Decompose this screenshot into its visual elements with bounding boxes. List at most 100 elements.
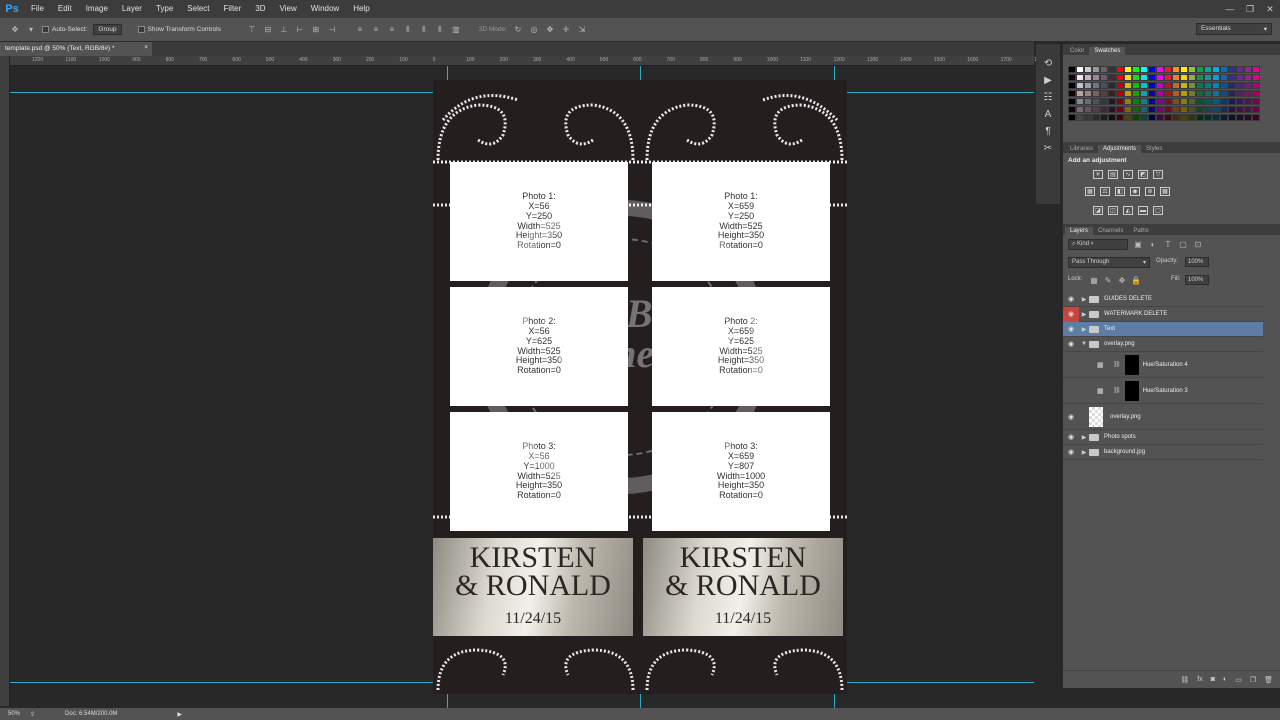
distribute-top-icon[interactable]: ≡ (355, 25, 365, 35)
menu-image[interactable]: Image (79, 0, 115, 18)
swatch[interactable] (1068, 82, 1076, 89)
swatch[interactable] (1092, 106, 1100, 113)
levels-icon[interactable]: ▤ (1108, 170, 1118, 179)
swatch[interactable] (1172, 98, 1180, 105)
swatch[interactable] (1140, 98, 1148, 105)
character-icon[interactable]: A (1045, 109, 1052, 120)
swatch[interactable] (1068, 106, 1076, 113)
exposure-icon[interactable]: ◩ (1138, 170, 1148, 179)
swatch[interactable] (1140, 106, 1148, 113)
swatch[interactable] (1188, 106, 1196, 113)
swatch[interactable] (1156, 74, 1164, 81)
swatch[interactable] (1076, 66, 1084, 73)
minimize-button[interactable]: — (1220, 0, 1240, 18)
swatch[interactable] (1100, 74, 1108, 81)
swatch[interactable] (1220, 74, 1228, 81)
swatch[interactable] (1204, 82, 1212, 89)
swatch[interactable] (1188, 82, 1196, 89)
ruler-top[interactable]: 1200 1100 1000 900 800 700 600 500 400 300 200 100 0… (10, 56, 1112, 66)
photo-filter-icon[interactable]: ◉ (1130, 187, 1140, 196)
swatch[interactable] (1236, 90, 1244, 97)
swatch[interactable] (1204, 114, 1212, 121)
black-white-icon[interactable]: ◧ (1115, 187, 1125, 196)
brightness-icon[interactable]: ☀ (1093, 170, 1103, 179)
align-left-icon[interactable]: ⊢ (295, 25, 305, 35)
swatch[interactable] (1180, 82, 1188, 89)
new-adjustment-icon[interactable]: ◐ (1223, 676, 1227, 683)
layer-row[interactable]: ▦ ⛓ Hue/Saturation 3 (1063, 378, 1263, 404)
swatch[interactable] (1212, 114, 1220, 121)
swatch[interactable] (1252, 74, 1260, 81)
swatch[interactable] (1196, 74, 1204, 81)
visibility-eye-icon[interactable]: ◉ (1063, 448, 1079, 456)
play-actions-icon[interactable]: ▶ (1044, 75, 1052, 86)
swatch[interactable] (1164, 74, 1172, 81)
swatch[interactable] (1124, 82, 1132, 89)
scale-3d-icon[interactable]: ⇲ (577, 25, 587, 35)
menu-window[interactable]: Window (304, 0, 346, 18)
restore-button[interactable]: ❐ (1240, 0, 1260, 18)
tab-color[interactable]: Color (1065, 47, 1089, 55)
swatch[interactable] (1204, 106, 1212, 113)
swatch[interactable] (1132, 114, 1140, 121)
swatch[interactable] (1188, 66, 1196, 73)
swatch[interactable] (1132, 106, 1140, 113)
posterize-icon[interactable]: ◫ (1108, 206, 1118, 215)
align-top-icon[interactable]: ⊤ (247, 25, 257, 35)
swatch[interactable] (1164, 114, 1172, 121)
swatch[interactable] (1252, 98, 1260, 105)
align-vcenter-icon[interactable]: ⊟ (263, 25, 273, 35)
layer-mask-thumbnail[interactable] (1124, 380, 1139, 401)
swatch[interactable] (1116, 114, 1124, 121)
swatch[interactable] (1196, 90, 1204, 97)
swatch[interactable] (1148, 106, 1156, 113)
swatch[interactable] (1204, 90, 1212, 97)
status-menu-arrow-icon[interactable]: ▶ (177, 711, 182, 718)
swatch[interactable] (1228, 98, 1236, 105)
swatch[interactable] (1076, 90, 1084, 97)
swatch[interactable] (1164, 82, 1172, 89)
invert-icon[interactable]: ◪ (1093, 206, 1103, 215)
menu-filter[interactable]: Filter (217, 0, 249, 18)
layer-row[interactable]: ◉ ▶ Text (1063, 322, 1263, 337)
swatch[interactable] (1252, 90, 1260, 97)
lock-pixels-icon[interactable]: ✎ (1103, 275, 1113, 285)
swatch[interactable] (1228, 82, 1236, 89)
swatch[interactable] (1196, 82, 1204, 89)
swatch[interactable] (1124, 66, 1132, 73)
layer-filter-dropdown[interactable]: ⌕ Kind ▾ (1068, 239, 1128, 250)
menu-layer[interactable]: Layer (115, 0, 149, 18)
align-hcenter-icon[interactable]: ⊞ (311, 25, 321, 35)
swatch[interactable] (1172, 82, 1180, 89)
swatch[interactable] (1228, 106, 1236, 113)
color-balance-icon[interactable]: ⚖ (1100, 187, 1110, 196)
swatch[interactable] (1164, 66, 1172, 73)
swatch[interactable] (1164, 98, 1172, 105)
rotate-3d-icon[interactable]: ↻ (513, 25, 523, 35)
auto-align-icon[interactable]: ▥ (451, 25, 461, 35)
swatch[interactable] (1180, 66, 1188, 73)
swatch[interactable] (1140, 74, 1148, 81)
swatch[interactable] (1068, 74, 1076, 81)
swatch[interactable] (1164, 90, 1172, 97)
new-layer-icon[interactable]: ❐ (1250, 676, 1256, 684)
zoom-level[interactable]: 50% (8, 711, 20, 717)
layer-row[interactable]: ▦ ⛓ Hue/Saturation 4 (1063, 352, 1263, 378)
layer-thumbnail[interactable] (1089, 406, 1103, 427)
new-group-icon[interactable]: ▭ (1235, 676, 1242, 684)
tab-layers[interactable]: Layers (1065, 227, 1094, 235)
curves-icon[interactable]: ∿ (1123, 170, 1133, 179)
swatch[interactable] (1220, 114, 1228, 121)
swatch[interactable] (1244, 74, 1252, 81)
gradient-map-icon[interactable]: ▬ (1138, 206, 1148, 215)
swatch[interactable] (1244, 114, 1252, 121)
link-icon[interactable]: ⛓ (1113, 361, 1121, 368)
export-icon[interactable]: ⇪ (30, 711, 35, 718)
swatch[interactable] (1116, 106, 1124, 113)
distribute-bottom-icon[interactable]: ≡ (387, 25, 397, 35)
swatch[interactable] (1212, 106, 1220, 113)
swatch[interactable] (1236, 74, 1244, 81)
swatch[interactable] (1172, 90, 1180, 97)
swatch[interactable] (1228, 74, 1236, 81)
swatch[interactable] (1148, 98, 1156, 105)
